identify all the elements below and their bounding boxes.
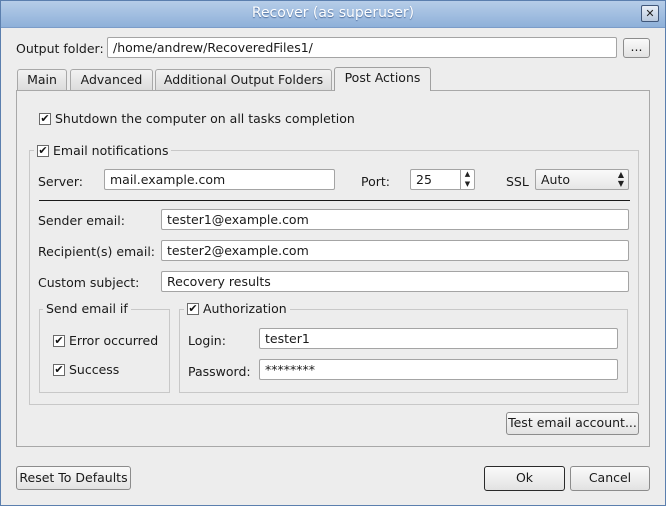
shutdown-checkbox[interactable]: ✔ [39,112,51,125]
browse-button[interactable]: ... [623,38,650,58]
spin-up-icon[interactable]: ▲ [461,170,474,179]
cancel-button[interactable]: Cancel [570,466,650,491]
tab-additional-output-folders[interactable]: Additional Output Folders [155,69,332,90]
output-folder-label: Output folder: [16,41,104,56]
server-input[interactable]: mail.example.com [104,169,335,190]
tab-post-actions[interactable]: Post Actions [334,67,431,91]
sender-email-label: Sender email: [38,213,125,228]
shutdown-checkbox-row[interactable]: ✔ Shutdown the computer on all tasks com… [39,111,355,126]
custom-subject-label: Custom subject: [38,275,140,290]
tab-advanced[interactable]: Advanced [70,69,153,90]
ssl-select[interactable]: Auto ▲ ▼ [535,169,629,190]
login-input[interactable]: tester1 [259,328,618,349]
ssl-label: SSL [506,174,529,189]
email-notifications-checkbox-row[interactable]: ✔ Email notifications [34,143,172,158]
success-checkbox[interactable]: ✔ [53,363,65,376]
post-actions-panel: ✔ Shutdown the computer on all tasks com… [16,90,650,447]
send-email-if-label: Send email if [43,301,131,316]
ssl-value: Auto [541,172,571,187]
server-label: Server: [38,174,83,189]
sender-email-input[interactable]: tester1@example.com [161,209,629,230]
reset-to-defaults-button[interactable]: Reset To Defaults [16,466,131,490]
error-occurred-checkbox[interactable]: ✔ [53,334,65,347]
email-notifications-checkbox[interactable]: ✔ [37,144,49,157]
login-label: Login: [188,333,226,348]
send-email-if-group [39,309,170,393]
password-input[interactable]: ******** [259,359,618,380]
authorization-label: Authorization [203,301,287,316]
authorization-checkbox-row[interactable]: ✔ Authorization [184,301,290,316]
password-label: Password: [188,364,251,379]
recipient-email-label: Recipient(s) email: [38,244,156,259]
close-icon[interactable]: ✕ [641,5,659,22]
port-value: 25 [416,172,432,187]
shutdown-label: Shutdown the computer on all tasks compl… [55,111,355,126]
custom-subject-input[interactable]: Recovery results [161,271,629,292]
recipient-email-input[interactable]: tester2@example.com [161,240,629,261]
spin-down-icon[interactable]: ▼ [461,179,474,189]
email-notifications-label: Email notifications [53,143,169,158]
recover-dialog: Recover (as superuser) ✕ Output folder: … [0,0,666,506]
error-occurred-label: Error occurred [69,333,159,348]
ok-button[interactable]: Ok [484,466,565,491]
authorization-group [179,309,628,393]
success-checkbox-row[interactable]: ✔ Success [53,362,119,377]
port-spinbox[interactable]: 25 ▲ ▼ [410,169,475,190]
output-folder-input[interactable]: /home/andrew/RecoveredFiles1/ [107,37,617,58]
title-bar[interactable]: Recover (as superuser) ✕ [1,1,665,28]
port-label: Port: [361,174,390,189]
port-spinner[interactable]: ▲ ▼ [460,170,474,189]
separator-line [39,200,630,201]
authorization-checkbox[interactable]: ✔ [187,302,199,315]
tab-main[interactable]: Main [17,69,67,90]
error-occurred-checkbox-row[interactable]: ✔ Error occurred [53,333,158,348]
test-email-account-button[interactable]: Test email account... [506,412,639,435]
combo-arrows-icon: ▲ ▼ [617,170,624,188]
success-label: Success [69,362,120,377]
window-title: Recover (as superuser) [251,5,415,21]
